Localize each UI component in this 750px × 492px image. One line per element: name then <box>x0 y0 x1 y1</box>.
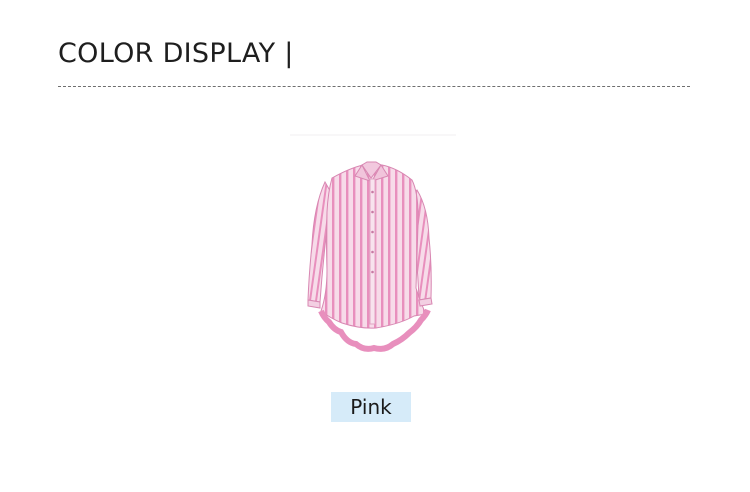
title-divider <box>58 86 690 87</box>
color-label: Pink <box>331 392 411 422</box>
product-image <box>290 134 458 360</box>
pink-striped-shirt-icon <box>290 134 456 352</box>
section-title: COLOR DISPLAY | <box>58 38 294 69</box>
